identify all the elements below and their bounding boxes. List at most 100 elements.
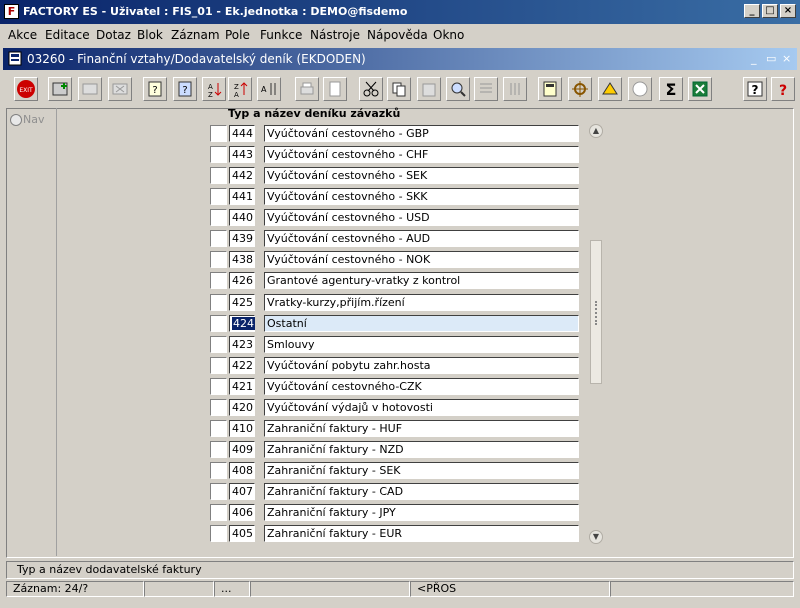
row-name-field[interactable]: Grantové agentury-vratky z kontrol	[264, 272, 579, 289]
scroll-thumb[interactable]	[590, 240, 602, 384]
row-name-field[interactable]: Zahraniční faktury - SEK	[264, 462, 579, 479]
close-button[interactable]: ×	[780, 4, 796, 18]
row-name-field[interactable]: Zahraniční faktury - NZD	[264, 441, 579, 458]
list-row[interactable]: 443 Vyúčtování cestovného - CHF	[0, 144, 800, 165]
row-name-field[interactable]: Vyúčtování cestovného - SEK	[264, 167, 579, 184]
print-button[interactable]	[295, 77, 319, 101]
list-row[interactable]: 440 Vyúčtování cestovného - USD	[0, 207, 800, 228]
row-name-field[interactable]: Vyúčtování výdajů v hotovosti	[264, 399, 579, 416]
columns-button[interactable]	[503, 77, 527, 101]
context-help-button[interactable]: ?	[771, 77, 795, 101]
row-name-field[interactable]: Zahraniční faktury - JPY	[264, 504, 579, 521]
list-scrollbar[interactable]: ▲ ▼	[589, 124, 603, 544]
find-button[interactable]	[446, 77, 470, 101]
row-code-field[interactable]: 439	[229, 230, 255, 247]
row-select-checkbox[interactable]	[210, 504, 227, 521]
menu-akce[interactable]: Akce	[8, 28, 37, 42]
row-select-checkbox[interactable]	[210, 357, 227, 374]
row-name-field[interactable]: Zahraniční faktury - HUF	[264, 420, 579, 437]
list-row[interactable]: 421 Vyúčtování cestovného-CZK	[0, 376, 800, 397]
print-preview-button[interactable]	[323, 77, 347, 101]
menu-blok[interactable]: Blok	[137, 28, 163, 42]
row-name-field[interactable]: Vyúčtování pobytu zahr.hosta	[264, 357, 579, 374]
row-name-field[interactable]: Vyúčtování cestovného - GBP	[264, 125, 579, 142]
exit-button[interactable]: EXIT	[14, 77, 38, 101]
form-close-icon[interactable]: ×	[782, 52, 791, 65]
row-code-field[interactable]: 426	[229, 272, 255, 289]
menu-okno[interactable]: Okno	[433, 28, 464, 42]
row-code-field[interactable]: 443	[229, 146, 255, 163]
list-row[interactable]: 406 Zahraniční faktury - JPY	[0, 502, 800, 523]
row-code-field[interactable]: 420	[229, 399, 255, 416]
row-name-field[interactable]: Vratky-kurzy,přijím.řízení	[264, 294, 579, 311]
navigator-button[interactable]	[568, 77, 592, 101]
minimize-button[interactable]: _	[744, 4, 760, 18]
list-row[interactable]: 424 Ostatní	[0, 313, 800, 334]
row-select-checkbox[interactable]	[210, 525, 227, 542]
query-execute-button[interactable]: ?	[173, 77, 197, 101]
menu-funkce[interactable]: Funkce	[260, 28, 302, 42]
triangle-tool-button[interactable]	[598, 77, 622, 101]
list-row[interactable]: 426 Grantové agentury-vratky z kontrol	[0, 270, 800, 291]
list-row[interactable]: 405 Zahraniční faktury - EUR	[0, 523, 800, 544]
row-select-checkbox[interactable]	[210, 315, 227, 332]
row-select-checkbox[interactable]	[210, 272, 227, 289]
row-select-checkbox[interactable]	[210, 167, 227, 184]
sum-button[interactable]: Σ	[659, 77, 683, 101]
menu-zaznam[interactable]: Záznam	[171, 28, 220, 42]
list-row[interactable]: 439 Vyúčtování cestovného - AUD	[0, 228, 800, 249]
row-select-checkbox[interactable]	[210, 251, 227, 268]
list-row[interactable]: 407 Zahraniční faktury - CAD	[0, 481, 800, 502]
row-code-field[interactable]: 442	[229, 167, 255, 184]
row-code-field[interactable]: 444	[229, 125, 255, 142]
list-row[interactable]: 438 Vyúčtování cestovného - NOK	[0, 249, 800, 270]
row-name-field[interactable]: Vyúčtování cestovného - AUD	[264, 230, 579, 247]
menu-editace[interactable]: Editace	[45, 28, 90, 42]
list-values-button[interactable]	[474, 77, 498, 101]
row-select-checkbox[interactable]	[210, 125, 227, 142]
paste-button[interactable]	[417, 77, 441, 101]
row-code-field[interactable]: 441	[229, 188, 255, 205]
copy-button[interactable]	[387, 77, 411, 101]
row-code-field[interactable]: 421	[229, 378, 255, 395]
row-name-field[interactable]: Zahraniční faktury - EUR	[264, 525, 579, 542]
row-select-checkbox[interactable]	[210, 336, 227, 353]
row-select-checkbox[interactable]	[210, 230, 227, 247]
row-select-checkbox[interactable]	[210, 146, 227, 163]
delete-record-button[interactable]	[108, 77, 132, 101]
menu-napoveda[interactable]: Nápověda	[367, 28, 428, 42]
row-code-field[interactable]: 405	[229, 525, 255, 542]
row-name-field[interactable]: Ostatní	[264, 315, 579, 332]
scroll-down-arrow-icon[interactable]: ▼	[589, 530, 603, 544]
maximize-button[interactable]: □	[762, 4, 778, 18]
row-code-field[interactable]: 438	[229, 251, 255, 268]
row-code-field[interactable]: 409	[229, 441, 255, 458]
list-row[interactable]: 408 Zahraniční faktury - SEK	[0, 460, 800, 481]
cut-button[interactable]	[359, 77, 383, 101]
row-select-checkbox[interactable]	[210, 188, 227, 205]
form-restore-icon[interactable]: ▭	[766, 52, 776, 65]
row-code-field[interactable]: 410	[229, 420, 255, 437]
form-minimize-icon[interactable]: _	[751, 52, 757, 65]
list-row[interactable]: 410 Zahraniční faktury - HUF	[0, 418, 800, 439]
sort-descending-button[interactable]: ZA	[228, 77, 252, 101]
row-select-checkbox[interactable]	[210, 420, 227, 437]
row-name-field[interactable]: Vyúčtování cestovného-CZK	[264, 378, 579, 395]
row-name-field[interactable]: Vyúčtování cestovného - CHF	[264, 146, 579, 163]
row-select-checkbox[interactable]	[210, 441, 227, 458]
row-name-field[interactable]: Vyúčtování cestovného - NOK	[264, 251, 579, 268]
row-name-field[interactable]: Vyúčtování cestovného - SKK	[264, 188, 579, 205]
row-select-checkbox[interactable]	[210, 483, 227, 500]
list-row[interactable]: 441 Vyúčtování cestovného - SKK	[0, 186, 800, 207]
insert-record-button[interactable]	[78, 77, 102, 101]
sort-multi-button[interactable]: A	[257, 77, 281, 101]
menu-dotaz[interactable]: Dotaz	[96, 28, 131, 42]
row-select-checkbox[interactable]	[210, 462, 227, 479]
menu-nastroje[interactable]: Nástroje	[310, 28, 360, 42]
list-row[interactable]: 425 Vratky-kurzy,přijím.řízení	[0, 292, 800, 313]
help-button[interactable]: ?	[743, 77, 767, 101]
list-row[interactable]: 423 Smlouvy	[0, 334, 800, 355]
row-name-field[interactable]: Smlouvy	[264, 336, 579, 353]
query-enter-button[interactable]: ?	[143, 77, 167, 101]
row-code-field[interactable]: 425	[229, 294, 255, 311]
